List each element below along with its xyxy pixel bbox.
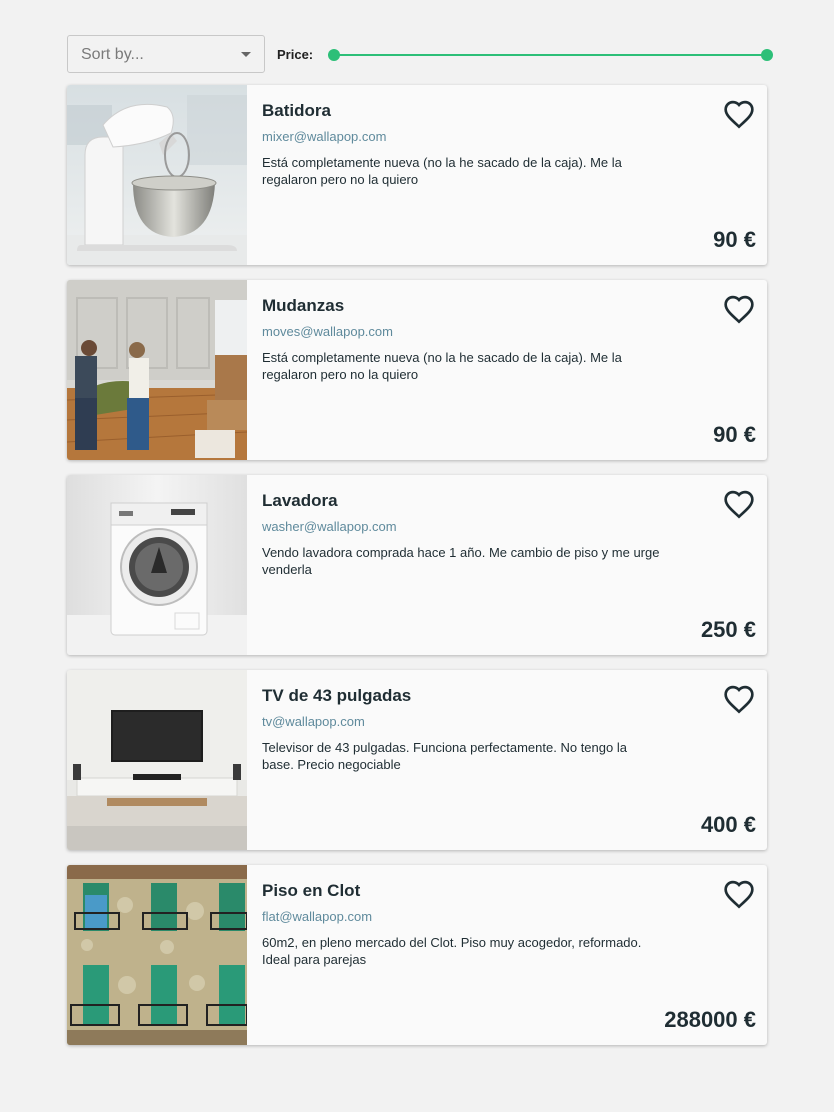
heart-icon[interactable] (723, 489, 755, 519)
seller-email[interactable]: mixer@wallapop.com (262, 129, 386, 144)
sort-by-placeholder: Sort by... (81, 46, 144, 63)
product-title: TV de 43 pulgadas (262, 686, 412, 705)
sort-by-select[interactable]: Sort by... (67, 35, 265, 73)
stand-mixer-photo (67, 85, 247, 265)
product-card[interactable]: Piso en Clot flat@wallapop.com 60m2, en … (67, 865, 767, 1045)
product-title: Batidora (262, 101, 331, 120)
price-label: Price: (277, 47, 314, 62)
product-title: Lavadora (262, 491, 338, 510)
product-card[interactable]: TV de 43 pulgadas tv@wallapop.com Televi… (67, 670, 767, 850)
chevron-down-icon (241, 52, 251, 57)
product-card[interactable]: Mudanzas moves@wallapop.com Está complet… (67, 280, 767, 460)
filter-bar: Sort by... Price: (67, 35, 773, 75)
product-price: 400 € (700, 812, 756, 837)
product-price: 288000 € (664, 1007, 756, 1032)
heart-icon[interactable] (723, 99, 755, 129)
heart-icon[interactable] (723, 294, 755, 324)
heart-icon[interactable] (723, 879, 755, 909)
product-description: 60m2, en pleno mercado del Clot. Piso mu… (262, 935, 642, 967)
washing-machine-photo (67, 475, 247, 655)
product-card[interactable]: Lavadora washer@wallapop.com Vendo lavad… (67, 475, 767, 655)
product-description: Está completamente nueva (no la he sacad… (262, 350, 622, 382)
product-price: 90 € (713, 422, 756, 447)
building-facade-photo (67, 865, 247, 1045)
wall-mounted-tv-photo (67, 670, 247, 850)
product-description: Vendo lavadora comprada hace 1 año. Me c… (262, 545, 660, 577)
product-price: 250 € (700, 617, 756, 642)
price-range-min-handle[interactable] (328, 49, 340, 61)
product-card[interactable]: Batidora mixer@wallapop.com Está complet… (67, 85, 767, 265)
seller-email[interactable]: moves@wallapop.com (262, 324, 393, 339)
product-title: Piso en Clot (262, 881, 361, 900)
price-range-max-handle[interactable] (761, 49, 773, 61)
product-description: Televisor de 43 pulgadas. Funciona perfe… (262, 740, 627, 772)
product-title: Mudanzas (262, 296, 345, 315)
seller-email[interactable]: tv@wallapop.com (262, 714, 365, 729)
product-description: Está completamente nueva (no la he sacad… (262, 155, 622, 187)
seller-email[interactable]: washer@wallapop.com (262, 519, 397, 534)
price-range-track[interactable] (334, 54, 767, 56)
couple-moving-sofa-photo (67, 280, 247, 460)
heart-icon[interactable] (723, 684, 755, 714)
product-price: 90 € (713, 227, 756, 252)
seller-email[interactable]: flat@wallapop.com (262, 909, 372, 924)
